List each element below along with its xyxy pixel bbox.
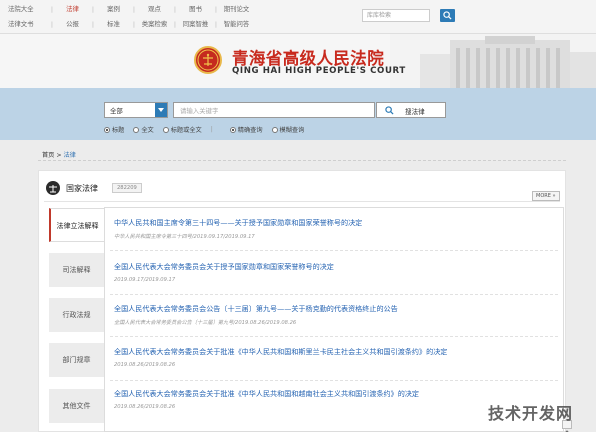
nav-link-views[interactable]: 观点 — [136, 4, 173, 13]
top-nav-row-2: 法律文书 | 公报 | 标准 | 类案检索 | 同案智推 | 智能问答 — [8, 19, 255, 29]
breadcrumb-home[interactable]: 首页 — [42, 152, 54, 159]
radio-title-or-fulltext[interactable]: 标题或全文 — [162, 125, 202, 134]
nav-link-standards[interactable]: 标准 — [95, 19, 132, 28]
law-item-title[interactable]: 全国人民代表大会常务委员会关于授予国家勋章和国家荣誉称号的决定 — [114, 262, 334, 272]
search-law-button[interactable]: 搜法律 — [376, 102, 446, 118]
nav-link-books[interactable]: 图书 — [177, 4, 214, 13]
nav-link-documents[interactable]: 法律文书 — [8, 19, 50, 28]
divider — [110, 336, 558, 337]
nav-link-qa[interactable]: 智能问答 — [218, 19, 255, 28]
law-item-meta: 2019.08.26/2019.08.26 — [114, 362, 176, 368]
top-search-input[interactable]: 库库检索 — [362, 9, 430, 22]
radio-exact[interactable]: 精确查询 — [229, 125, 263, 134]
scope-select[interactable]: 全部 — [104, 102, 168, 118]
nav-link-courts[interactable]: 法院大全 — [8, 4, 50, 13]
tab-judicial-interpretation[interactable]: 司法解释 — [49, 253, 104, 287]
radio-title[interactable]: 标题 — [104, 125, 124, 134]
tab-other-documents[interactable]: 其他文件 — [49, 389, 104, 423]
scope-select-value: 全部 — [110, 107, 123, 115]
court-emblem-icon — [197, 49, 219, 71]
law-item-meta: 全国人民代表大会常务委员会公告〔十三届〕第九号/2019.08.26/2019.… — [114, 320, 297, 326]
nav-link-similar-cases[interactable]: 类案检索 — [136, 19, 173, 28]
search-law-button-label: 搜法律 — [405, 108, 425, 116]
search-options: 标题 全文 标题或全文 | 精确查询 模糊查询 — [104, 125, 313, 134]
more-button[interactable]: MORE » — [532, 191, 560, 201]
divider — [110, 380, 558, 381]
nav-link-cases[interactable]: 案例 — [95, 4, 132, 13]
top-search-button[interactable] — [440, 9, 455, 22]
divider — [44, 201, 560, 202]
nav-link-gazette[interactable]: 公报 — [54, 19, 91, 28]
law-item-meta: 2019.08.26/2019.08.26 — [114, 404, 176, 410]
law-item-meta: 2019.09.17/2019.09.17 — [114, 277, 176, 283]
law-item-meta: 中华人民共和国主席令第三十四号/2019.09.17/2019.09.17 — [114, 234, 255, 240]
keyword-input[interactable]: 请输入关键字 — [173, 102, 375, 118]
nav-link-smart-push[interactable]: 同案智推 — [177, 19, 214, 28]
radio-fulltext[interactable]: 全文 — [133, 125, 154, 134]
law-item-title[interactable]: 全国人民代表大会常务委员会公告〔十三届〕第九号——关于杨克勤的代表资格终止的公告 — [114, 304, 398, 314]
breadcrumb: 首页 > 法律 — [38, 147, 566, 161]
count-badge: 282209 — [112, 183, 142, 193]
tab-department-rules[interactable]: 部门规章 — [49, 343, 104, 377]
top-nav-row-1: 法院大全 | 法律 | 案例 | 观点 | 图书 | 期刊论文 — [8, 4, 255, 14]
tab-law-interpretation[interactable]: 法律立法解释 — [49, 208, 104, 242]
section-title: 国家法律 — [66, 184, 98, 193]
divider: | — [210, 126, 213, 133]
nav-link-law[interactable]: 法律 — [54, 4, 91, 13]
search-icon — [443, 11, 452, 20]
tab-administrative-regulations[interactable]: 行政法规 — [49, 298, 104, 332]
court-name-english: QING HAI HIGH PEOPLE'S COURT — [232, 66, 406, 76]
law-item-title[interactable]: 中华人民共和国主席令第三十四号——关于授予国家勋章和国家荣誉称号的决定 — [114, 218, 362, 228]
nav-link-journals[interactable]: 期刊论文 — [218, 4, 255, 13]
law-item-title[interactable]: 全国人民代表大会常务委员会关于批准《中华人民共和国和越南社会主义共和国引渡条约》… — [114, 389, 419, 399]
law-item-title[interactable]: 全国人民代表大会常务委员会关于批准《中华人民共和国和斯里兰卡民主社会主义共和国引… — [114, 347, 447, 357]
chevron-down-icon — [155, 103, 167, 117]
divider — [110, 250, 558, 251]
watermark: 技术开发网 — [488, 404, 574, 423]
search-icon — [385, 106, 394, 115]
court-building-image — [390, 34, 596, 88]
court-emblem-logo — [194, 46, 222, 74]
divider — [110, 294, 558, 295]
law-scale-icon — [46, 181, 60, 195]
radio-fuzzy[interactable]: 模糊查询 — [271, 125, 304, 134]
breadcrumb-current: 法律 — [63, 152, 76, 159]
